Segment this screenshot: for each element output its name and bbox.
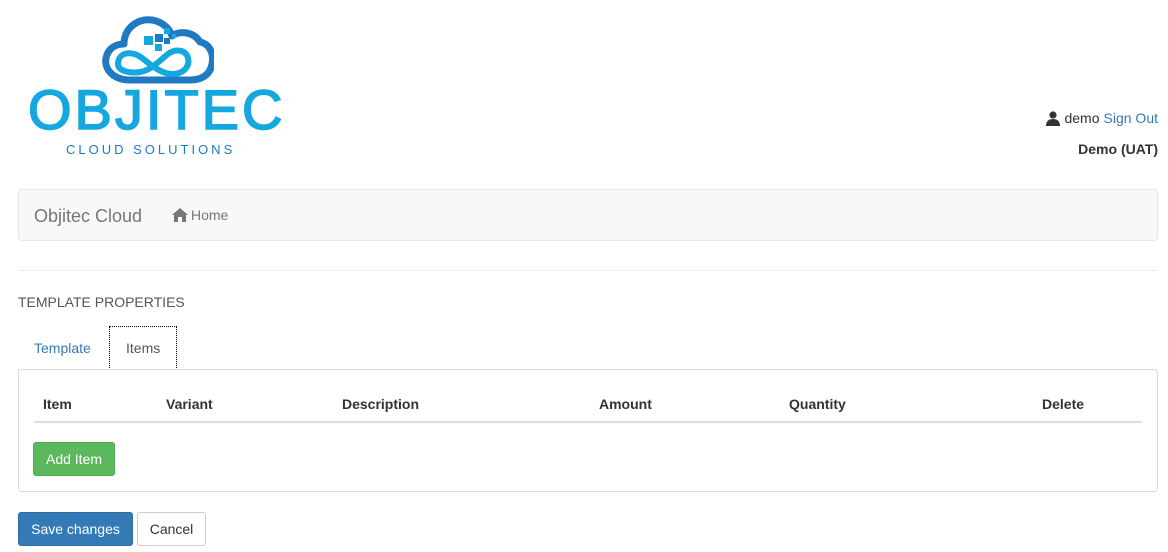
column-header-delete: Delete [1042,396,1085,412]
save-changes-button[interactable]: Save changes [18,512,133,546]
username: demo [1064,110,1100,126]
logo-wordmark: OBJITEC [27,78,286,141]
column-header-item: Item [43,396,72,412]
home-icon [172,208,188,222]
add-item-button[interactable]: Add Item [33,442,115,476]
cancel-button[interactable]: Cancel [137,512,206,546]
logo-tagline: CLOUD SOLUTIONS [66,142,236,157]
nav-home-label: Home [191,207,229,223]
navbar: Objitec Cloud Home [18,189,1158,241]
divider [18,270,1158,271]
section-title: TEMPLATE PROPERTIES [18,294,185,310]
column-header-amount: Amount [599,396,652,412]
company-logo: OBJITEC CLOUD SOLUTIONS [22,12,312,162]
tab-template[interactable]: Template [18,326,107,370]
items-table-header: Item Variant Description Amount Quantity… [34,386,1142,423]
column-header-description: Description [342,396,420,412]
cloud-logo-icon [102,16,214,84]
environment-label: Demo (UAT) [1078,141,1158,157]
nav-home-link[interactable]: Home [172,207,228,223]
sign-out-link[interactable]: Sign Out [1104,110,1158,126]
column-header-quantity: Quantity [789,396,846,412]
items-panel: Item Variant Description Amount Quantity… [18,369,1158,492]
tab-items[interactable]: Items [109,326,178,370]
column-header-variant: Variant [166,396,213,412]
user-info: demo Sign Out [1046,110,1158,126]
navbar-brand[interactable]: Objitec Cloud [34,206,142,227]
user-icon [1046,110,1061,126]
